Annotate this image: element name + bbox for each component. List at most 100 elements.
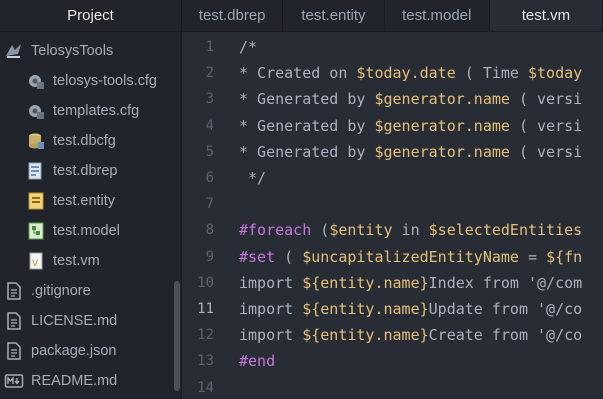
svg-text:V: V <box>32 259 39 269</box>
tree-item-label: test.model <box>53 223 120 239</box>
tree-item-package-json[interactable]: package.json <box>4 336 116 366</box>
line-number: 3 <box>205 91 214 108</box>
code-line: /* <box>239 38 257 56</box>
code-token: $entity <box>329 221 393 240</box>
code-line: #set ( $uncapitalizedEntityName = ${fn <box>239 248 582 266</box>
config-file-icon <box>26 71 46 91</box>
code-token: import <box>239 326 303 345</box>
code-editor[interactable]: /* * Created on $today.date ( Time $today… <box>239 32 603 399</box>
code-token: * Generated by <box>239 116 375 135</box>
code-token: * Generated by <box>239 142 375 161</box>
code-token: ${entity.name} <box>302 300 429 318</box>
code-token: $selectedEntities <box>428 221 583 240</box>
code-line: * Generated by $generator.name ( versi <box>239 117 582 135</box>
line-number: 10 <box>197 274 214 291</box>
code-line: * Generated by $generator.name ( versi <box>239 90 582 108</box>
sidebar-title: Project <box>0 0 181 32</box>
code-token: import <box>239 300 303 318</box>
database-file-icon <box>26 131 46 151</box>
tree-item-test-dbcfg[interactable]: test.dbcfg <box>26 126 116 156</box>
code-token: = <box>518 247 547 266</box>
tree-item-label: telosys-tools.cfg <box>53 73 157 89</box>
code-token: ( versi <box>509 116 583 135</box>
line-number-gutter: 1 2 3 4 5 6 7 8 9 10 11 12 13 14 <box>184 32 226 399</box>
vm-file-icon: V <box>26 251 46 271</box>
tree-item-templates-cfg[interactable]: templates.cfg <box>26 96 139 126</box>
line-number: 4 <box>205 117 214 134</box>
tree-item-label: TelosysTools <box>31 43 114 59</box>
code-token: ( Time <box>455 64 528 83</box>
code-token: Update from '@/co <box>428 300 583 318</box>
tree-item-test-dbrep[interactable]: test.dbrep <box>26 156 118 186</box>
code-token: $generator.name <box>374 90 510 109</box>
tree-item-label: README.md <box>31 373 118 389</box>
code-token: Create from '@/co <box>428 326 583 345</box>
code-line: * Generated by $generator.name ( versi <box>239 143 582 161</box>
markdown-file-icon <box>4 371 24 391</box>
tab-test-entity[interactable]: test.entity <box>283 0 385 31</box>
line-number: 12 <box>197 327 214 344</box>
tree-item-label: test.vm <box>53 253 100 269</box>
line-number: 2 <box>205 65 214 82</box>
code-token: ( versi <box>509 142 583 161</box>
tree-item-test-entity[interactable]: test.entity <box>26 186 115 216</box>
text-file-icon <box>4 341 24 361</box>
tree-item-telosys-tools-cfg[interactable]: telosys-tools.cfg <box>26 66 157 96</box>
code-token: #foreach <box>239 221 312 240</box>
telosys-folder-icon <box>4 41 24 61</box>
code-line: #end <box>239 352 275 370</box>
code-line: #foreach ($entity in $selectedEntities <box>239 221 582 239</box>
code-token: $today.date <box>356 64 456 83</box>
code-token: * Created on <box>239 64 357 83</box>
code-token: in <box>392 221 429 240</box>
code-token: */ <box>239 169 267 187</box>
code-token: Index from '@/com <box>428 273 583 292</box>
code-token: $generator.name <box>374 142 510 161</box>
tree-item-readme-md[interactable]: README.md <box>4 366 117 396</box>
code-token: import <box>239 273 303 292</box>
tree-item-telosystools[interactable]: TelosysTools <box>4 36 113 66</box>
tree-item-gitignore[interactable]: .gitignore <box>4 276 91 306</box>
tree-item-license-md[interactable]: LICENSE.md <box>4 306 117 336</box>
code-token: #set <box>239 247 276 266</box>
line-number: 11 <box>197 301 214 317</box>
tree-item-label: test.dbrep <box>53 163 118 179</box>
tab-test-vm[interactable]: test.vm <box>489 0 603 31</box>
code-line: import ${entity.name}Update from '@/co <box>239 300 582 318</box>
code-token: $today <box>528 64 583 83</box>
code-token: $uncapitalizedEntityName <box>302 247 519 266</box>
line-number: 8 <box>205 222 214 239</box>
tree-item-test-vm[interactable]: Vtest.vm <box>26 246 100 276</box>
model-file-icon <box>26 221 46 241</box>
code-token: ( <box>311 221 330 240</box>
tree-item-label: templates.cfg <box>53 103 140 119</box>
entity-file-icon <box>26 191 46 211</box>
text-file-icon <box>4 311 24 331</box>
code-token: $generator.name <box>374 116 510 135</box>
code-token: ${entity.name} <box>302 326 429 345</box>
code-token: * Generated by <box>239 90 375 109</box>
code-token: ( <box>275 247 303 266</box>
line-number: 7 <box>205 196 214 213</box>
code-token: ${entity.name} <box>302 273 429 292</box>
tab-bar: test.dbrep test.entity test.model test.vm <box>182 0 603 32</box>
text-file-icon <box>4 281 24 301</box>
line-number: 1 <box>205 39 214 55</box>
code-token: ( versi <box>509 90 583 109</box>
code-line: import ${entity.name}Index from '@/com <box>239 274 582 292</box>
code-line: import ${entity.name}Create from '@/co <box>239 326 582 344</box>
tree-item-label: test.entity <box>53 193 116 209</box>
tab-test-model[interactable]: test.model <box>384 0 490 31</box>
tree-item-label: test.dbcfg <box>53 133 116 149</box>
tree-item-test-model[interactable]: test.model <box>26 216 120 246</box>
code-token: #end <box>239 352 276 371</box>
tree-item-label: .gitignore <box>31 283 91 299</box>
tree-item-label: package.json <box>31 343 117 359</box>
line-number: 6 <box>205 170 214 186</box>
dbrep-file-icon <box>26 161 46 181</box>
code-line: * Created on $today.date ( Time $today <box>239 64 582 82</box>
tab-test-dbrep[interactable]: test.dbrep <box>182 0 284 31</box>
line-number: 9 <box>205 248 214 265</box>
code-token: /* <box>239 38 258 56</box>
tree-item-label: LICENSE.md <box>31 313 118 329</box>
